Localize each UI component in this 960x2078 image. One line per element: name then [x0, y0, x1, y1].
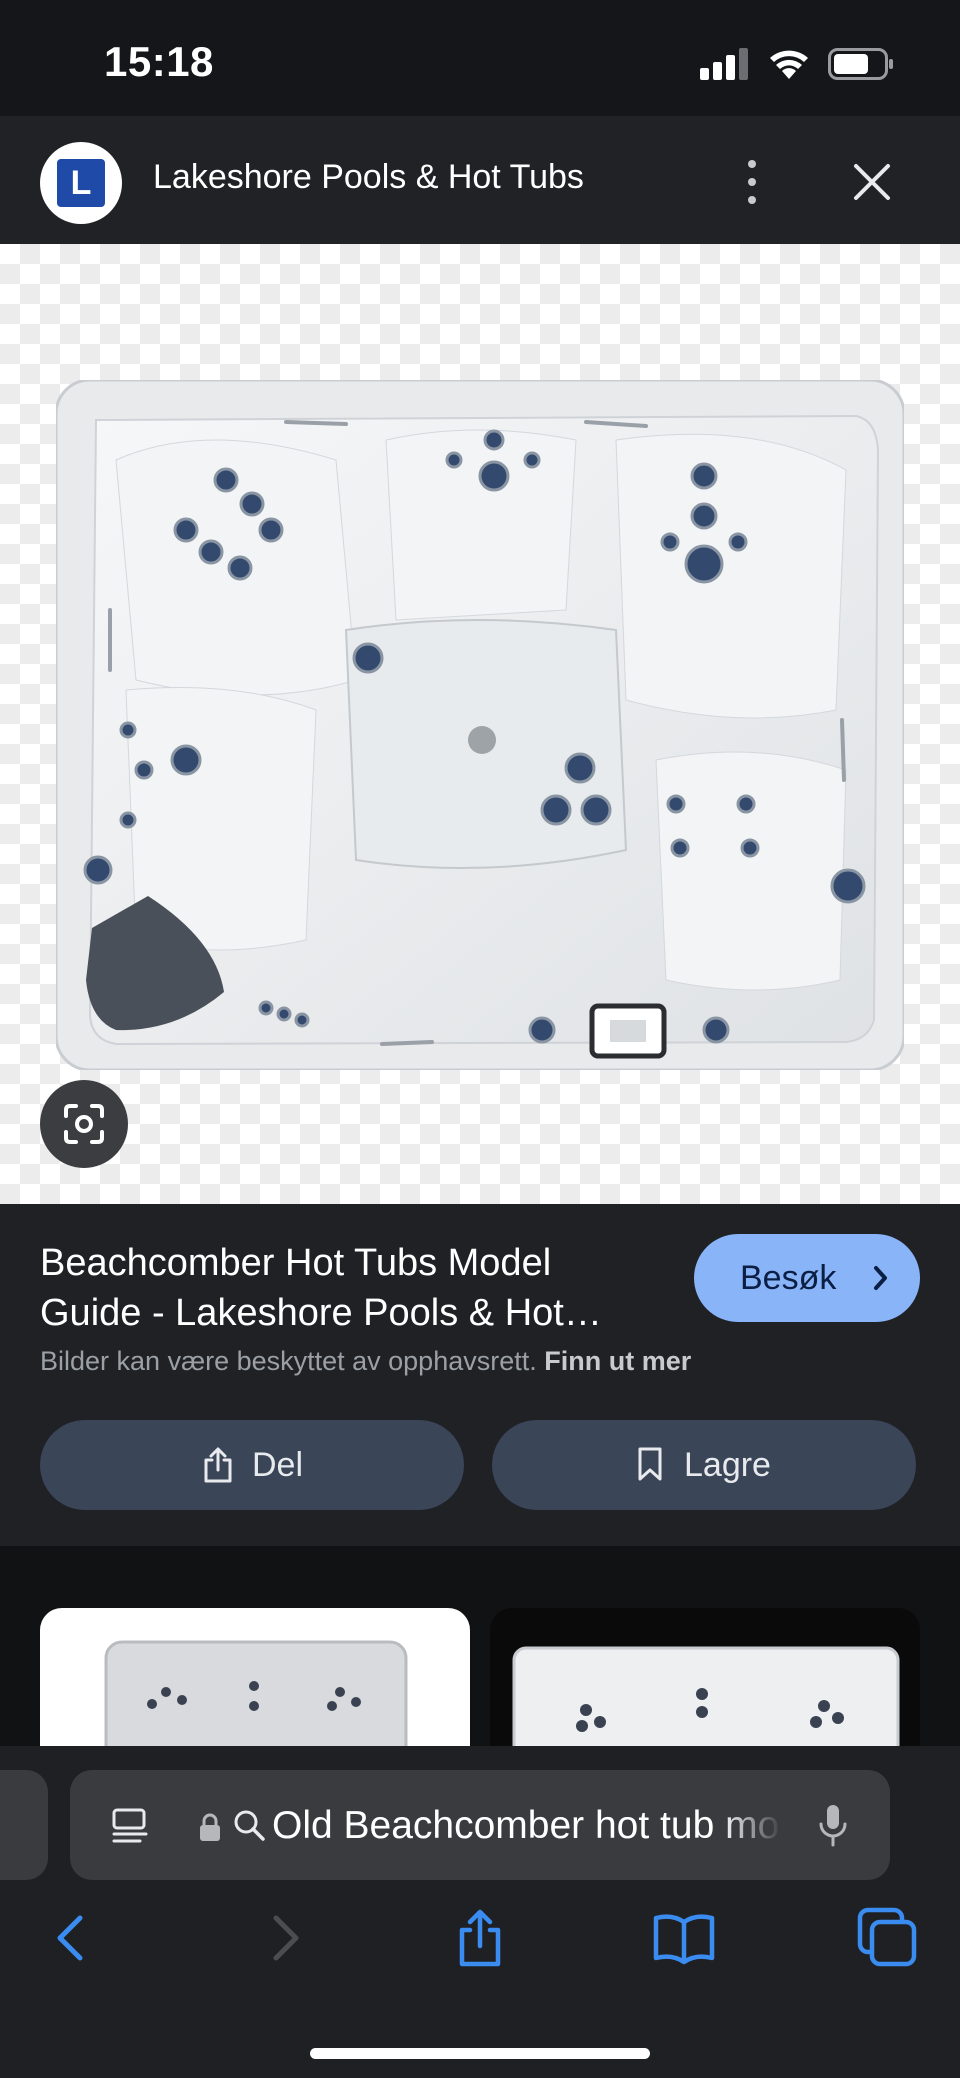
visit-label: Besøk	[740, 1259, 837, 1297]
browser-toolbar: Old Beachcomber hot tub model	[0, 1746, 960, 2078]
wifi-icon	[770, 50, 808, 79]
back-icon[interactable]	[42, 1906, 106, 1970]
copyright-notice: Bilder kan være beskyttet av opphavsrett…	[40, 1346, 691, 1377]
previous-tab-preview[interactable]	[0, 1770, 48, 1880]
battery-icon	[828, 48, 893, 80]
lock-icon	[200, 1813, 220, 1841]
visit-button[interactable]: Besøk	[694, 1234, 920, 1322]
share-icon[interactable]	[448, 1906, 512, 1970]
logo-letter: L	[57, 159, 105, 207]
share-icon	[204, 1447, 232, 1483]
cellular-signal-icon	[700, 48, 750, 80]
address-text: Old Beachcomber hot tub model	[272, 1804, 782, 1847]
image-preview[interactable]	[0, 244, 960, 1204]
result-title-line-2: Guide - Lakeshore Pools & Hot…	[40, 1292, 602, 1334]
forward-icon[interactable]	[250, 1906, 314, 1970]
result-title-line-1: Beachcomber Hot Tubs Model	[40, 1242, 552, 1284]
status-bar: 15:18	[0, 0, 960, 116]
share-label: Del	[252, 1446, 304, 1484]
home-indicator[interactable]	[310, 2048, 650, 2059]
google-lens-button[interactable]	[40, 1080, 128, 1168]
result-title[interactable]: Beachcomber Hot Tubs Model Guide - Lakes…	[40, 1238, 660, 1338]
site-logo[interactable]: L	[40, 142, 122, 224]
source-header: L Lakeshore Pools & Hot Tubs	[0, 116, 960, 244]
learn-more-link[interactable]: Finn ut mer	[544, 1346, 691, 1376]
close-icon[interactable]	[844, 154, 900, 210]
more-vertical-icon[interactable]	[736, 152, 768, 212]
save-button[interactable]: Lagre	[492, 1420, 916, 1510]
save-label: Lagre	[684, 1446, 771, 1484]
result-info-panel: Beachcomber Hot Tubs Model Guide - Lakes…	[0, 1204, 960, 1546]
site-name[interactable]: Lakeshore Pools & Hot Tubs	[153, 158, 584, 197]
chevron-right-icon	[874, 1266, 887, 1290]
related-results	[0, 1546, 960, 1838]
search-icon	[234, 1810, 265, 1841]
reader-icon[interactable]	[110, 1806, 150, 1846]
status-time: 15:18	[104, 38, 214, 85]
copyright-text: Bilder kan være beskyttet av opphavsrett…	[40, 1346, 537, 1376]
hot-tub-image	[56, 380, 904, 1070]
share-button[interactable]: Del	[40, 1420, 464, 1510]
google-lens-icon	[64, 1104, 104, 1144]
address-bar[interactable]: Old Beachcomber hot tub model	[70, 1770, 890, 1880]
bookmark-icon	[638, 1447, 662, 1481]
microphone-icon[interactable]	[818, 1802, 848, 1848]
bookmarks-icon[interactable]	[652, 1906, 716, 1970]
tabs-icon[interactable]	[856, 1906, 920, 1970]
